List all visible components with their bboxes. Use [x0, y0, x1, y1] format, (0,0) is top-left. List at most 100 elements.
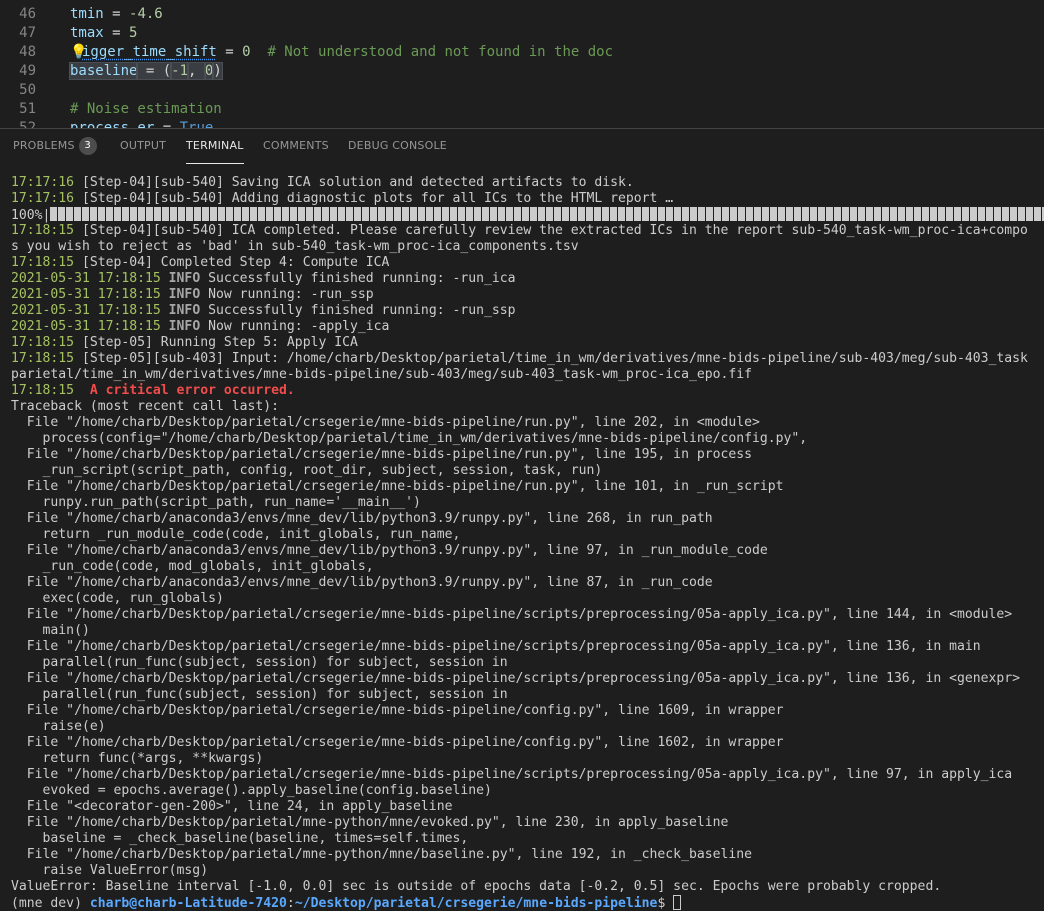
log-text: return _run_module_code(code, init_globa… — [11, 527, 461, 542]
log-text: File "/home/charb/Desktop/parietal/crseg… — [11, 703, 784, 718]
log-text: File "/home/charb/Desktop/parietal/crseg… — [11, 479, 784, 494]
log-text: runpy.run_path(script_path, run_name='__… — [11, 495, 421, 510]
log-text: [Step-04][sub-540] ICA completed. Please… — [74, 223, 1028, 238]
terminal-line: return _run_module_code(code, init_globa… — [11, 527, 461, 543]
code-text: tmin = -4.6 — [70, 5, 163, 24]
tab-terminal[interactable]: TERMINAL — [186, 129, 244, 164]
literal-value: -4.6 — [129, 6, 163, 22]
log-text: File "/home/charb/Desktop/parietal/mne-p… — [11, 815, 729, 830]
log-text: File "/home/charb/Desktop/parietal/crseg… — [11, 767, 1013, 782]
terminal-line: parallel(run_func(subject, session) for … — [11, 655, 508, 671]
log-level: INFO — [160, 319, 201, 334]
variable-name: process_er — [70, 120, 155, 128]
timestamp: 2021-05-31 17:18:15 — [11, 319, 161, 334]
log-text: File "/home/charb/Desktop/parietal/crseg… — [11, 415, 760, 430]
log-text: [Step-04][sub-540] Adding diagnostic plo… — [74, 191, 674, 206]
prompt-path: ~/Desktop/parietal/crsegerie/mne-bids-pi… — [294, 896, 658, 911]
line-number: 50 — [19, 82, 36, 98]
shell-prompt[interactable]: (mne dev) charb@charb-Latitude-7420:~/De… — [11, 895, 682, 911]
prompt-user: charb@charb-Latitude-7420 — [89, 896, 287, 911]
terminal-line: File "/home/charb/Desktop/parietal/crseg… — [11, 767, 1012, 783]
terminal-line: evoked = epochs.average().apply_baseline… — [11, 783, 492, 799]
error-message: A critical error occurred. — [74, 383, 295, 398]
log-text: process(config="/home/charb/Desktop/pari… — [11, 431, 808, 446]
log-text: File "/home/charb/anaconda3/envs/mne_dev… — [11, 575, 713, 590]
tab-debug-console[interactable]: DEBUG CONSOLE — [348, 129, 447, 164]
log-text: [Step-05][sub-403] Input: /home/charb/De… — [74, 351, 1028, 366]
operator: = — [103, 25, 130, 41]
code-editor[interactable]: 46 tmin = -4.6 47 tmax = 5 48 💡igger_time_shi… — [0, 0, 1044, 128]
log-text: s you wish to reject as 'bad' in sub-540… — [11, 239, 579, 254]
line-number: 52 — [19, 120, 36, 128]
operator: = — [103, 6, 130, 22]
log-text: File "/home/charb/Desktop/parietal/crseg… — [11, 735, 784, 750]
editor-line: 49 baseline = (-1, 0) — [0, 62, 1044, 81]
code-comment: # Not understood and not found in the do… — [250, 44, 614, 60]
progress-text: 100%| — [11, 208, 51, 223]
terminal-line: s you wish to reject as 'bad' in sub-540… — [11, 239, 579, 255]
log-text: return func(*args, **kwargs) — [11, 751, 264, 766]
timestamp: 17:18:15 — [11, 351, 75, 366]
terminal-line: 17:18:15 [Step-05][sub-403] Input: /home… — [11, 351, 1028, 367]
terminal-line: File "/home/charb/Desktop/parietal/crseg… — [11, 671, 1020, 687]
progress-bar — [50, 207, 1044, 221]
log-text: Successfully finished running: -run_ica — [200, 271, 516, 286]
editor-line: 52 process_er = True — [0, 119, 1044, 128]
editor-line: 51 # Noise estimation — [0, 100, 1044, 119]
operator: = — [216, 44, 243, 60]
terminal-line: 2021-05-31 17:18:15 INFO Now running: -a… — [11, 319, 389, 335]
literal-value: 0 — [242, 44, 251, 60]
line-number: 51 — [19, 101, 36, 117]
terminal-cursor[interactable] — [673, 895, 682, 910]
tab-label: DEBUG CONSOLE — [348, 139, 447, 152]
log-text: Now running: -apply_ica — [200, 319, 390, 334]
terminal-line: File "/home/charb/Desktop/parietal/mne-p… — [11, 815, 729, 831]
literal-value: 5 — [129, 25, 138, 41]
code-text: process_er = True — [70, 119, 213, 128]
terminal-line: File "/home/charb/Desktop/parietal/crseg… — [11, 703, 784, 719]
timestamp: 2021-05-31 17:18:15 — [11, 303, 161, 318]
log-text: exec(code, run_globals) — [11, 591, 224, 606]
terminal-panel[interactable]: 17:17:16 [Step-04][sub-540] Saving ICA s… — [0, 164, 1044, 911]
log-text: Traceback (most recent call last): — [11, 399, 280, 414]
separator: , — [187, 62, 206, 80]
prompt-symbol: $ — [657, 896, 674, 911]
editor-line: 46 tmin = -4.6 — [0, 5, 1044, 24]
log-text: parallel(run_func(subject, session) for … — [11, 655, 508, 670]
tab-problems[interactable]: PROBLEMS 3 — [13, 129, 97, 164]
line-number: 49 — [19, 63, 36, 79]
terminal-line: File "<decorator-gen-200>", line 24, in … — [11, 799, 453, 815]
code-text: tmax = 5 — [70, 24, 137, 43]
log-text: _run_code(code, mod_globals, init_global… — [11, 559, 374, 574]
terminal-line: File "/home/charb/Desktop/parietal/crseg… — [11, 607, 1012, 623]
timestamp: 17:18:15 — [11, 223, 75, 238]
log-text: File "/home/charb/Desktop/parietal/crseg… — [11, 671, 1021, 686]
timestamp: 2021-05-31 17:18:15 — [11, 271, 161, 286]
terminal-line: File "/home/charb/anaconda3/envs/mne_dev… — [11, 543, 768, 559]
closing-paren: ) — [212, 62, 223, 80]
terminal-line: 17:18:15 [Step-04] Completed Step 4: Com… — [11, 255, 389, 271]
terminal-line: raise(e) — [11, 719, 106, 735]
variable-name: tmax — [70, 25, 104, 41]
log-level: INFO — [160, 287, 201, 302]
code-comment: # Noise estimation — [70, 101, 222, 117]
tab-comments[interactable]: COMMENTS — [263, 129, 329, 164]
timestamp: 17:18:15 — [11, 383, 75, 398]
terminal-line: parietal/time_in_wm/derivatives/mne-bids… — [11, 367, 752, 383]
prompt-colon: : — [286, 896, 295, 911]
terminal-line: main() — [11, 623, 90, 639]
log-text: raise(e) — [11, 719, 106, 734]
prompt-env: (mne dev) — [11, 896, 90, 911]
lightbulb-icon[interactable]: 💡 — [70, 43, 87, 62]
log-text: [Step-04] Completed Step 4: Compute ICA — [74, 255, 390, 270]
terminal-line: process(config="/home/charb/Desktop/pari… — [11, 431, 808, 447]
terminal-line: 17:18:15 [Step-04][sub-540] ICA complete… — [11, 223, 1028, 239]
problems-count-badge: 3 — [78, 137, 97, 155]
tab-label: PROBLEMS — [13, 139, 75, 152]
terminal-line: 17:18:15 [Step-05] Running Step 5: Apply… — [11, 335, 358, 351]
terminal-line: 17:17:16 [Step-04][sub-540] Adding diagn… — [11, 191, 673, 207]
timestamp: 17:18:15 — [11, 335, 75, 350]
log-text: File "<decorator-gen-200>", line 24, in … — [11, 799, 453, 814]
tab-output[interactable]: OUTPUT — [120, 129, 166, 164]
timestamp: 17:18:15 — [11, 255, 75, 270]
